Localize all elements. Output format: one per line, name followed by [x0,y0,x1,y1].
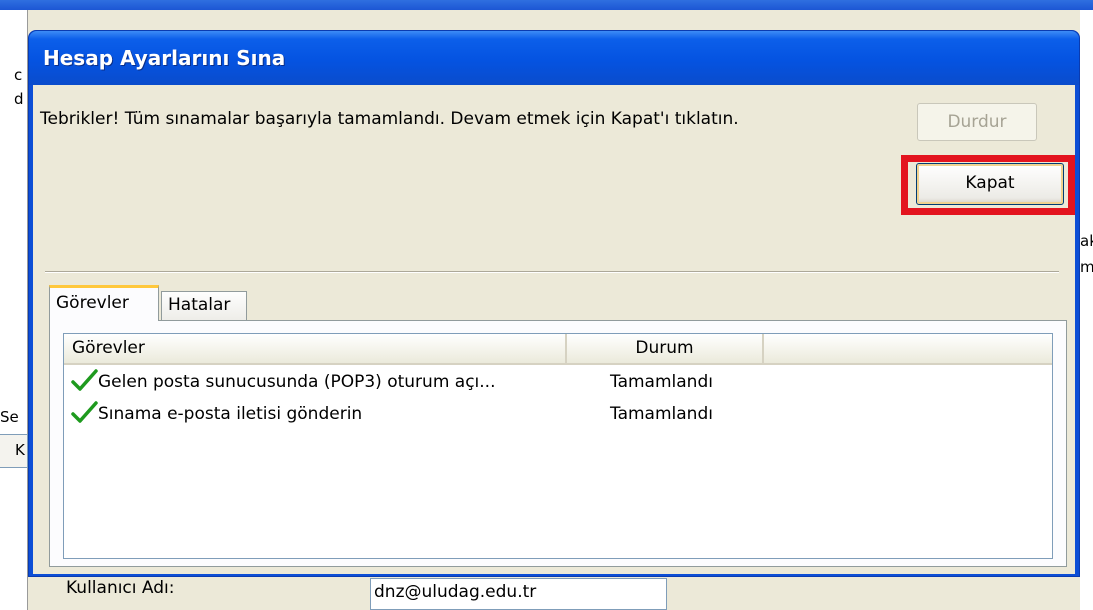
list-item[interactable]: Gelen posta sunucusunda (POP3) oturum aç… [64,369,1052,396]
column-header-tasks[interactable]: Görevler [64,334,567,363]
status-message: Tebrikler! Tüm sınamalar başarıyla tamam… [40,109,739,129]
tasks-list[interactable]: Görevler Durum Gelen posta sunucusunda (… [63,333,1053,559]
dialog-client-area: Tebrikler! Tüm sınamalar başarıyla tamam… [33,85,1075,574]
dialog-titlebar[interactable]: Hesap Ayarlarını Sına [29,31,1079,85]
column-header-empty [764,334,1052,363]
background-button-fragment[interactable]: K [0,434,28,468]
background-fragment: ak [1080,232,1093,250]
column-header-status[interactable]: Durum [567,334,764,363]
tab-errors[interactable]: Hatalar [161,291,247,323]
background-fragment: Se [0,408,19,426]
checkmark-icon [71,401,98,423]
tasks-tab-panel: Görevler Durum Gelen posta sunucusunda (… [49,320,1067,567]
task-status: Tamamlandı [610,404,713,424]
list-header: Görevler Durum [64,334,1052,365]
background-window-titlebar [0,0,1093,10]
tab-tasks[interactable]: Görevler [49,285,159,321]
task-status: Tamamlandı [610,372,713,392]
checkmark-icon [71,369,98,391]
username-field[interactable]: dnz@uludag.edu.tr [370,578,667,610]
dialog-title: Hesap Ayarlarını Sına [43,46,286,70]
background-fragment: m [1080,258,1093,276]
background-fragment: K [15,441,25,459]
separator [45,271,1059,273]
test-account-settings-dialog: Hesap Ayarlarını Sına Tebrikler! Tüm sın… [28,30,1080,577]
list-item[interactable]: Sınama e-posta iletisi gönderin Tamamlan… [64,401,1052,428]
background-fragment: c [14,66,23,84]
background-fragment: d [14,90,24,108]
background-left-panel: c d Se [0,10,28,610]
task-name: Gelen posta sunucusunda (POP3) oturum aç… [98,372,496,392]
background-right-panel: ak m [1080,10,1093,610]
stop-button[interactable]: Durdur [917,103,1037,141]
username-label: Kullanıcı Adı: [66,578,175,598]
task-name: Sınama e-posta iletisi gönderin [98,404,363,424]
close-button[interactable]: Kapat [916,163,1064,205]
